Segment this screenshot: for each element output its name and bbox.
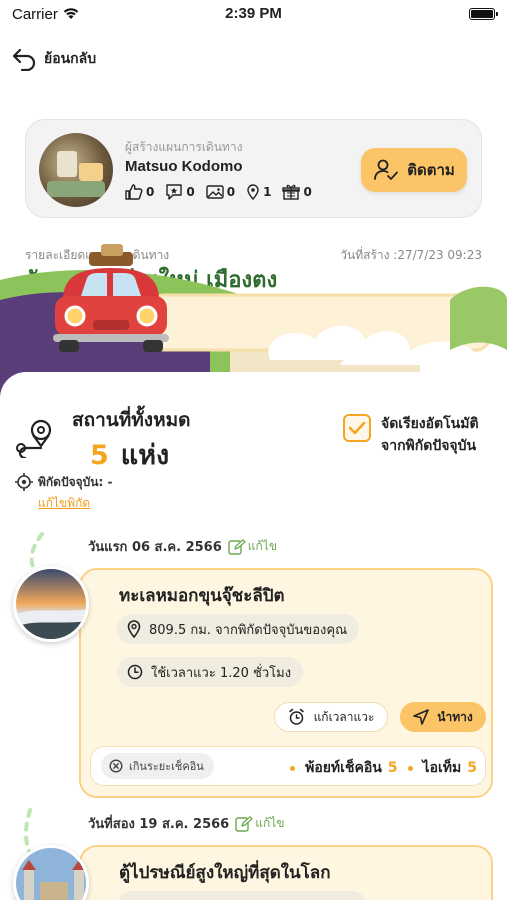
auto-sort-label-line2: จากพิกัดปัจจุบัน	[381, 438, 477, 454]
auto-sort-toggle[interactable]: จัดเรียงอัตโนมัติ จากพิกัดปัจจุบัน	[343, 413, 479, 457]
auto-sort-checkbox[interactable]	[343, 414, 371, 442]
navigate-button[interactable]: นำทาง	[400, 702, 486, 732]
places-count: 5 แห่ง	[90, 433, 169, 476]
checkin-bar: เกินระยะเช็คอิน พ้อยท์เช็คอิน 5 ไอเท็ม 5	[90, 746, 486, 786]
bullet-dot	[407, 765, 413, 771]
location-pin-icon	[127, 620, 141, 638]
items-value: 5	[467, 760, 477, 776]
plan-likes[interactable]: 0	[287, 313, 319, 329]
pin-icon	[247, 184, 259, 200]
place-1-distance-text: 809.5 กม. จากพิกัดปัจจุบันของคุณ	[149, 622, 348, 638]
heart-icon	[287, 313, 305, 328]
checkmark-icon	[348, 421, 366, 435]
stat-places-count: 1	[263, 185, 272, 199]
stat-places: 1	[246, 184, 271, 200]
place-1-duration-text: ใช้เวลาแวะ 1.20 ชั่วโมง	[151, 665, 292, 681]
gift-icon	[282, 184, 301, 200]
creator-card: ผู้สร้างแผนการเดินทาง Matsuo Kodomo 0 0 …	[25, 119, 482, 218]
current-coords: พิกัดปัจจุบัน: -	[14, 472, 112, 492]
day-2-edit-label: แก้ไข	[255, 816, 285, 830]
day-2-label: วันที่สอง 19 ส.ค. 2566	[88, 817, 230, 832]
edit-stop-time-button[interactable]: แก้เวลาแวะ	[274, 702, 388, 732]
edit-stop-time-label: แก้เวลาแวะ	[313, 709, 375, 724]
stat-photos: 0	[206, 184, 235, 200]
places-count-unit: แห่ง	[120, 440, 170, 471]
day-2-edit-button[interactable]: แก้ไข	[235, 814, 284, 833]
checkin-stats: พ้อยท์เช็คอิน 5 ไอเท็ม 5	[286, 757, 477, 779]
stat-rewards-count: 0	[303, 185, 312, 199]
follow-button[interactable]: ติดตาม	[361, 148, 467, 192]
stat-likes: 0	[125, 184, 154, 200]
places-count-number: 5	[90, 440, 109, 471]
stat-reviews-count: 0	[186, 185, 195, 199]
battery-icon	[469, 8, 498, 20]
creator-role: ผู้สร้างแผนการเดินทาง	[125, 140, 243, 154]
place-card-1[interactable]: ทะเลหมอกขุนจุ๊ชะลีปิต 809.5 กม. จากพิกัด…	[79, 568, 493, 798]
comment-star-icon	[166, 184, 183, 200]
plan-likes-count: 0	[309, 313, 319, 329]
bullet-dot	[290, 765, 296, 771]
place-1-photo	[13, 566, 89, 642]
day-1-header: วันแรก 06 ส.ค. 2566 แก้ไข	[88, 536, 277, 557]
current-coords-label: พิกัดปัจจุบัน: -	[38, 474, 113, 489]
back-button[interactable]: ย้อนกลับ	[12, 47, 96, 71]
place-1-distance: 809.5 กม. จากพิกัดปัจจุบันของคุณ	[117, 614, 360, 644]
creator-avatar[interactable]	[39, 133, 113, 207]
navigation-arrow-icon	[413, 709, 430, 725]
place-1-duration: ใช้เวลาแวะ 1.20 ชั่วโมง	[117, 657, 304, 687]
route-pin-icon	[16, 419, 52, 458]
stat-photos-count: 0	[226, 185, 236, 199]
day-1-label: วันแรก 06 ส.ค. 2566	[88, 540, 222, 555]
place-card-2[interactable]: ตู้ไปรษณีย์สูงใหญ่ที่สุดในโลก	[79, 845, 493, 900]
photo-icon	[206, 185, 224, 199]
creator-stats: 0 0 0 1 0	[125, 184, 312, 200]
status-bar: Carrier 2:39 PM	[0, 0, 507, 30]
clock-icon	[127, 664, 143, 680]
edit-icon	[228, 538, 246, 555]
checkin-points-label: พ้อยท์เช็คอิน	[305, 760, 382, 776]
close-circle-icon	[109, 759, 123, 773]
navigate-label: นำทาง	[437, 709, 473, 724]
items-label: ไอเท็ม	[422, 760, 462, 776]
place-2-distance	[117, 891, 367, 900]
crosshair-icon	[15, 473, 33, 491]
place-2-name: ตู้ไปรษณีย์สูงใหญ่ที่สุดในโลก	[119, 863, 331, 883]
day-1-edit-button[interactable]: แก้ไข	[228, 537, 277, 556]
day-1-edit-label: แก้ไข	[247, 539, 278, 553]
auto-sort-label-line1: จัดเรียงอัตโนมัติ	[381, 416, 479, 432]
day-2-header: วันที่สอง 19 ส.ค. 2566 แก้ไข	[88, 813, 284, 834]
user-check-icon	[374, 159, 399, 180]
stat-reviews: 0	[165, 184, 195, 200]
stat-rewards: 0	[282, 184, 312, 200]
creator-name[interactable]: Matsuo Kodomo	[125, 158, 243, 175]
edit-icon	[235, 815, 253, 832]
plan-name: วันสบาย เชียงใหม่ เมืองตง	[25, 268, 278, 293]
over-range-badge: เกินระยะเช็คอิน	[101, 753, 214, 779]
back-arrow-icon	[12, 48, 36, 71]
clock: 2:39 PM	[225, 5, 282, 22]
created-at: วันที่สร้าง :27/7/23 09:23	[340, 248, 482, 262]
alarm-edit-icon	[288, 708, 304, 725]
auto-sort-label: จัดเรียงอัตโนมัติ จากพิกัดปัจจุบัน	[381, 413, 479, 457]
all-places-label: สถานที่ทั้งหมด	[72, 409, 191, 431]
stat-likes-count: 0	[146, 185, 155, 199]
thumbs-up-icon	[125, 184, 143, 200]
checkin-points-value: 5	[387, 760, 398, 776]
place-1-name: ทะเลหมอกขุนจุ๊ชะลีปิต	[119, 586, 285, 606]
over-range-label: เกินระยะเช็คอิน	[129, 760, 204, 773]
edit-coords-link[interactable]: แก้ไขพิกัด	[38, 494, 90, 513]
back-label: ย้อนกลับ	[44, 51, 97, 67]
follow-label: ติดตาม	[407, 161, 455, 179]
